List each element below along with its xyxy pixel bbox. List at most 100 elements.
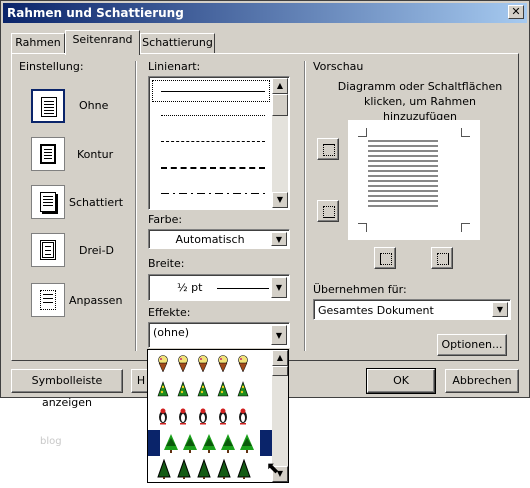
effekte-value: (ohne) — [153, 326, 190, 339]
linienart-scrollbar[interactable]: ▲ ▼ — [272, 78, 288, 208]
effekte-label: Effekte: — [148, 306, 191, 319]
preview-text — [368, 140, 438, 210]
setting-kontur-button[interactable] — [31, 137, 65, 171]
setting-anpassen-button[interactable] — [31, 283, 65, 317]
tab-rahmen[interactable]: Rahmen — [11, 33, 65, 54]
dropdown-arrow-icon[interactable]: ▼ — [271, 325, 287, 345]
scroll-thumb[interactable] — [272, 94, 288, 116]
pine-tree-icon — [200, 433, 218, 456]
cancel-button[interactable]: Abbrechen — [445, 369, 519, 393]
border-left-button[interactable] — [374, 247, 396, 269]
art-border-option-party-hat[interactable] — [148, 378, 272, 404]
art-border-option-dark-pine-tree[interactable] — [148, 456, 272, 482]
border-top-button[interactable] — [317, 138, 339, 160]
farbe-combo[interactable]: Automatisch ▼ — [148, 229, 290, 249]
dropdown-arrow-icon[interactable]: ▼ — [492, 302, 508, 317]
scroll-up-button[interactable]: ▲ — [272, 78, 288, 94]
art-border-option-ice-cream-cone[interactable] — [148, 352, 272, 378]
scroll-thumb[interactable] — [272, 366, 288, 376]
art-border-option-penguin[interactable] — [148, 404, 272, 430]
effekte-combo[interactable]: (ohne) ▼ — [148, 322, 290, 348]
border-bottom-icon — [323, 206, 335, 218]
corner-mark — [358, 223, 367, 232]
party-hat-icon — [176, 381, 190, 402]
linienart-list[interactable]: ▲ ▼ — [148, 76, 290, 210]
none-border-icon — [41, 97, 57, 117]
line-style-dashed-small[interactable] — [161, 141, 265, 142]
symbolleiste-button[interactable]: Symbolleiste anzeigen — [11, 369, 123, 409]
penguin-icon — [176, 407, 190, 428]
setting-anpassen-label: Anpassen — [69, 294, 123, 307]
tab-label: Schattierung — [142, 36, 213, 49]
box-border-icon — [40, 144, 56, 164]
cancel-label: Abbrechen — [452, 374, 512, 387]
setting-kontur-label: Kontur — [77, 148, 114, 161]
optionen-label: Optionen... — [441, 338, 503, 351]
pine-tree-icon — [181, 433, 199, 456]
uebernehmen-value: Gesamtes Dokument — [318, 304, 434, 317]
line-style-dotted[interactable] — [161, 115, 265, 116]
close-icon: ✕ — [511, 5, 521, 18]
preview-page[interactable] — [348, 120, 480, 240]
effekte-dropdown-list[interactable]: ▲ ▼ ⬉ — [147, 349, 289, 483]
shadow-border-icon — [40, 192, 56, 212]
border-top-icon — [323, 144, 335, 156]
dropdown-arrow-icon[interactable]: ▼ — [271, 277, 287, 298]
dropdown-arrow-icon[interactable]: ▼ — [271, 232, 287, 246]
setting-ohne-label: Ohne — [79, 99, 109, 112]
setting-ohne-button[interactable] — [31, 89, 65, 123]
vorschau-label: Vorschau — [313, 60, 364, 73]
pine-tree-icon — [238, 433, 256, 456]
close-button[interactable]: ✕ — [508, 5, 524, 19]
tab-label: Rahmen — [15, 36, 61, 49]
art-border-option-pine-tree[interactable] — [148, 430, 272, 456]
uebernehmen-combo[interactable]: Gesamtes Dokument ▼ — [313, 299, 511, 320]
setting-schattiert-button[interactable] — [31, 185, 65, 219]
title-bar[interactable]: Rahmen und Schattierung ✕ — [3, 3, 527, 23]
breite-label: Breite: — [148, 257, 185, 270]
line-style-dashed[interactable] — [161, 167, 265, 169]
border-right-button[interactable] — [431, 247, 453, 269]
custom-border-icon — [40, 290, 56, 310]
symbolleiste-label: Symbolleiste anzeigen — [31, 374, 103, 409]
down-arrow-icon: ▼ — [276, 195, 284, 204]
tab-schattierung[interactable]: Schattierung — [140, 33, 215, 54]
dark-pine-tree-icon — [156, 458, 172, 482]
separator — [135, 61, 137, 351]
ice-cream-cone-icon — [216, 355, 230, 376]
up-arrow-icon: ▲ — [276, 353, 284, 362]
party-hat-icon — [156, 381, 170, 402]
border-bottom-button[interactable] — [317, 200, 339, 222]
3d-border-icon — [40, 240, 56, 260]
dark-pine-tree-icon — [176, 458, 192, 482]
breite-value: ½ pt — [177, 281, 203, 294]
scroll-down-button[interactable]: ▼ — [272, 192, 288, 208]
setting-schattiert-label: Schattiert — [69, 196, 124, 209]
ice-cream-cone-icon — [196, 355, 210, 376]
farbe-label: Farbe: — [148, 213, 183, 226]
line-style-dash-dot[interactable] — [161, 193, 265, 194]
ok-button[interactable]: OK — [366, 368, 436, 394]
corner-mark — [461, 128, 470, 137]
line-style-solid[interactable] — [161, 91, 265, 92]
separator — [304, 61, 306, 351]
tab-label: Seitenrand — [72, 33, 133, 46]
setting-dreid-button[interactable] — [31, 233, 65, 267]
dark-pine-tree-icon — [216, 458, 232, 482]
corner-mark — [358, 128, 367, 137]
dark-pine-tree-icon — [236, 458, 252, 482]
dialog-title: Rahmen und Schattierung — [7, 6, 184, 20]
scroll-up-button[interactable]: ▲ — [272, 350, 288, 366]
breite-combo[interactable]: ½ pt ▼ — [148, 274, 290, 301]
einstellung-label: Einstellung: — [19, 60, 84, 73]
dark-pine-tree-icon — [196, 458, 212, 482]
border-left-icon — [380, 253, 392, 265]
ice-cream-cone-icon — [236, 355, 250, 376]
setting-dreid-label: Drei-D — [79, 244, 115, 257]
tab-seitenrand[interactable]: Seitenrand — [65, 30, 140, 55]
penguin-icon — [156, 407, 170, 428]
party-hat-icon — [216, 381, 230, 402]
optionen-button[interactable]: Optionen... — [437, 334, 507, 356]
corner-mark — [461, 223, 470, 232]
horizontal-line-label: H — [136, 374, 146, 387]
